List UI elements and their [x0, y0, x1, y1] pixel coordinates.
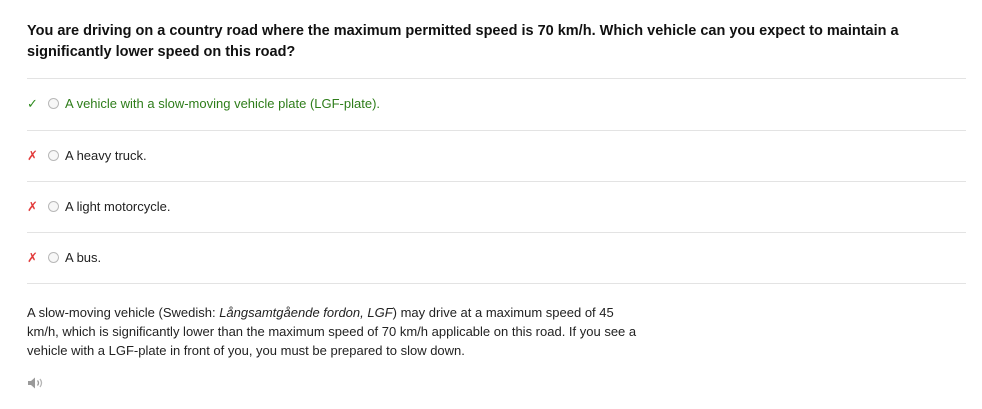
answer-option-3[interactable]: ✗ A light motorcycle. [27, 181, 966, 231]
check-icon: ✓ [27, 95, 38, 111]
divider [27, 283, 966, 284]
answer-option-1[interactable]: ✓ A vehicle with a slow-moving vehicle p… [27, 78, 966, 128]
answer-option-2[interactable]: ✗ A heavy truck. [27, 130, 966, 180]
radio-button[interactable] [48, 97, 59, 109]
answer-label: A light motorcycle. [65, 198, 171, 214]
cross-icon: ✗ [27, 198, 38, 214]
answer-label: A vehicle with a slow-moving vehicle pla… [65, 95, 381, 111]
explanation-prefix: A slow-moving vehicle (Swedish: [27, 305, 220, 320]
question-text: You are driving on a country road where … [27, 23, 899, 60]
answer-label: A bus. [65, 249, 102, 265]
radio-button[interactable] [48, 251, 59, 263]
explanation-emphasis: Långsamtgående fordon, LGF [219, 305, 393, 320]
radio-button[interactable] [48, 200, 59, 212]
answer-label: A heavy truck. [65, 147, 147, 163]
cross-icon: ✗ [27, 147, 38, 163]
speaker-icon[interactable] [27, 376, 47, 390]
radio-button[interactable] [48, 149, 59, 161]
cross-icon: ✗ [27, 249, 38, 265]
explanation-text: A slow-moving vehicle (Swedish: Långsamt… [27, 303, 637, 360]
answer-option-4[interactable]: ✗ A bus. [27, 232, 966, 282]
